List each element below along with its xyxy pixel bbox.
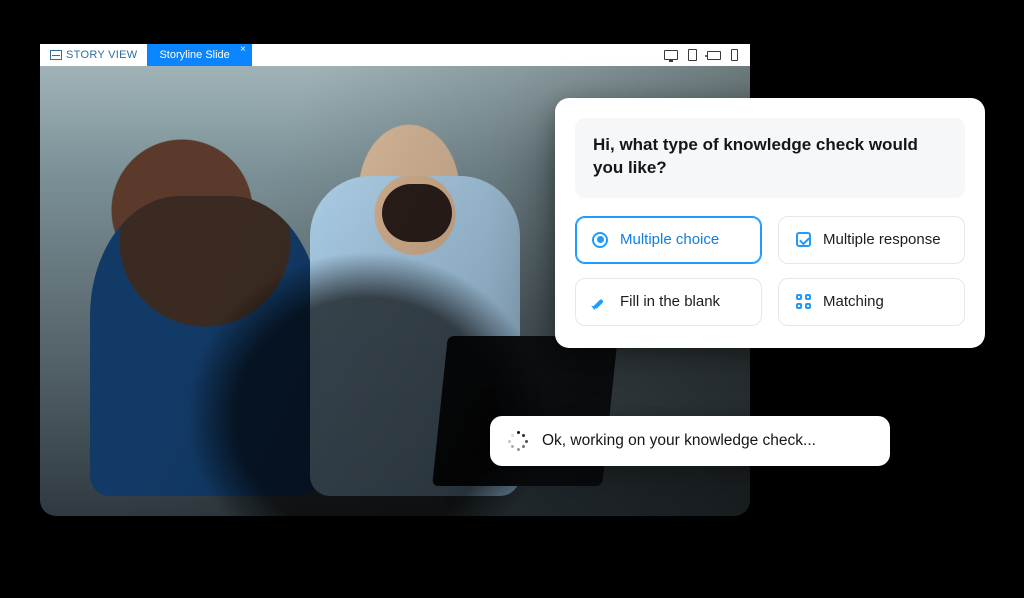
tab-story-view[interactable]: STORY VIEW xyxy=(40,44,147,66)
option-multiple-choice[interactable]: Multiple choice xyxy=(575,216,762,264)
grid-icon xyxy=(793,292,813,312)
appbar-spacer xyxy=(252,44,664,66)
phone-icon[interactable] xyxy=(731,49,738,61)
radio-selected-icon xyxy=(590,230,610,250)
option-label: Multiple response xyxy=(823,231,941,248)
assistant-options: Multiple choice Multiple response Fill i… xyxy=(575,216,965,326)
active-tab-label: Storyline Slide xyxy=(159,49,229,61)
close-icon[interactable]: × xyxy=(240,45,246,55)
spinner-icon xyxy=(508,431,528,451)
tablet-landscape-icon[interactable] xyxy=(707,51,721,60)
option-multiple-response[interactable]: Multiple response xyxy=(778,216,965,264)
assistant-status: Ok, working on your knowledge check... xyxy=(490,416,890,466)
app-bar: STORY VIEW Storyline Slide × xyxy=(40,44,750,66)
tablet-portrait-icon[interactable] xyxy=(688,49,697,61)
pencil-icon xyxy=(590,292,610,312)
stage: STORY VIEW Storyline Slide × Hi, what ty… xyxy=(0,0,1024,598)
status-text: Ok, working on your knowledge check... xyxy=(542,432,816,450)
option-fill-in-blank[interactable]: Fill in the blank xyxy=(575,278,762,326)
photo-person-right xyxy=(310,176,520,496)
checkbox-icon xyxy=(793,230,813,250)
option-label: Multiple choice xyxy=(620,231,719,248)
device-preview-icons xyxy=(664,44,750,66)
tab-storyline-slide[interactable]: Storyline Slide × xyxy=(147,44,251,66)
photo-person-left xyxy=(90,196,320,496)
story-view-label: STORY VIEW xyxy=(66,49,137,61)
desktop-icon[interactable] xyxy=(664,50,678,60)
assistant-card: Hi, what type of knowledge check would y… xyxy=(555,98,985,348)
assistant-prompt: Hi, what type of knowledge check would y… xyxy=(575,118,965,198)
option-matching[interactable]: Matching xyxy=(778,278,965,326)
option-label: Fill in the blank xyxy=(620,293,720,310)
option-label: Matching xyxy=(823,293,884,310)
story-view-icon xyxy=(50,50,62,60)
